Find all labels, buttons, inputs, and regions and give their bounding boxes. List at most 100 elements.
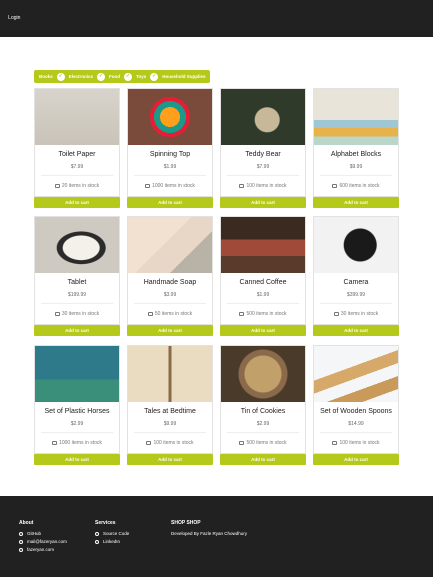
product-card[interactable]: Canned Coffee $1.99 500 items in stock xyxy=(220,216,306,325)
divider xyxy=(41,303,113,304)
add-to-cart-button[interactable]: Add to cart xyxy=(313,197,399,208)
add-to-cart-button[interactable]: Add to cart xyxy=(127,197,213,208)
stock-icon xyxy=(52,440,58,445)
add-to-cart-button[interactable]: Add to cart xyxy=(34,454,120,465)
product-card[interactable]: Tin of Cookies $2.99 500 items in stock xyxy=(220,345,306,454)
product-card[interactable]: Spinning Top $1.99 1000 items in stock xyxy=(127,88,213,197)
add-to-cart-button[interactable]: Add to cart xyxy=(313,325,399,336)
add-to-cart-button[interactable]: Add to cart xyxy=(34,197,120,208)
add-to-cart-button[interactable]: Add to cart xyxy=(34,325,120,336)
product-name[interactable]: Camera xyxy=(314,279,398,286)
divider xyxy=(41,175,113,176)
divider xyxy=(320,175,392,176)
product-price: $2.99 xyxy=(256,421,270,427)
category-household-supplies[interactable]: Household Supplies xyxy=(162,74,205,79)
add-to-cart-button[interactable]: Add to cart xyxy=(127,325,213,336)
check-icon: ✓ xyxy=(150,72,159,81)
github-link[interactable]: GitHub xyxy=(19,531,67,536)
product-card[interactable]: Alphabet Blocks $9.99 600 items in stock xyxy=(313,88,399,197)
login-link[interactable]: Login xyxy=(8,15,20,21)
product-image[interactable] xyxy=(221,89,305,145)
product-stock: 100 items in stock xyxy=(128,440,212,446)
product-card[interactable]: Set of Plastic Horses $2.99 1000 items in … xyxy=(34,345,120,454)
mail-icon xyxy=(19,539,23,544)
divider xyxy=(227,175,299,176)
product-card[interactable]: Tales at Bedtime $9.99 100 items in stock xyxy=(127,345,213,454)
product-name[interactable]: Canned Coffee xyxy=(221,279,305,286)
product-image[interactable] xyxy=(128,217,212,273)
stock-icon xyxy=(146,440,152,445)
product-image[interactable] xyxy=(128,346,212,402)
add-to-cart-button[interactable]: Add to cart xyxy=(127,454,213,465)
footer-about-heading: About xyxy=(19,520,34,526)
product-card[interactable]: Toilet Paper $7.99 20 items in stock xyxy=(34,88,120,197)
product-image[interactable] xyxy=(221,346,305,402)
product-name[interactable]: Teddy Bear xyxy=(221,151,305,158)
product-name[interactable]: Tales at Bedtime xyxy=(128,408,212,415)
product-card[interactable]: Tablet $199.99 30 items in stock xyxy=(34,216,120,325)
stock-icon xyxy=(332,183,338,188)
product-price: $199.99 xyxy=(67,292,87,298)
product-name[interactable]: Alphabet Blocks xyxy=(314,151,398,158)
product-price: $2.99 xyxy=(70,421,84,427)
product-image[interactable] xyxy=(35,217,119,273)
product-image[interactable] xyxy=(221,217,305,273)
product-image[interactable] xyxy=(35,89,119,145)
product-image[interactable] xyxy=(314,346,398,402)
category-electronics[interactable]: Electronics xyxy=(69,74,93,79)
add-to-cart-button[interactable]: Add to cart xyxy=(220,325,306,336)
product-name[interactable]: Tin of Cookies xyxy=(221,408,305,415)
product-stock: 30 items in stock xyxy=(35,311,119,317)
product-stock: 500 items in stock xyxy=(221,440,305,446)
stock-icon xyxy=(239,183,245,188)
product-card[interactable]: Set of Wooden Spoons $14.99 100 items in s… xyxy=(313,345,399,454)
top-navbar: p Login xyxy=(0,0,433,37)
linkedin-icon xyxy=(95,539,99,544)
product-name[interactable]: Handmade Soap xyxy=(128,279,212,286)
website-link[interactable]: fazeryan.com xyxy=(19,547,67,552)
footer-about: About GitHub mail@fazeryan.com fazeryan.… xyxy=(19,520,67,555)
category-books[interactable]: Books xyxy=(39,74,53,79)
category-breadcrumb: Books ✓ Electronics ✓ Food ✓ Toys ✓ Hous… xyxy=(34,70,211,83)
divider xyxy=(134,303,206,304)
add-to-cart-button[interactable]: Add to cart xyxy=(220,454,306,465)
add-to-cart-button[interactable]: Add to cart xyxy=(220,197,306,208)
linkedin-link[interactable]: LinkedIn xyxy=(95,539,129,544)
source-code-link[interactable]: Source Code xyxy=(95,531,129,536)
stock-icon xyxy=(333,311,339,316)
product-image[interactable] xyxy=(35,346,119,402)
product-stock: 50 items in stock xyxy=(128,311,212,317)
product-stock: 1000 items in stock xyxy=(35,440,119,446)
product-name[interactable]: Tablet xyxy=(35,279,119,286)
product-price: $7.99 xyxy=(256,164,270,170)
category-food[interactable]: Food xyxy=(109,74,120,79)
add-to-cart-button[interactable]: Add to cart xyxy=(313,454,399,465)
divider xyxy=(320,303,392,304)
divider xyxy=(227,303,299,304)
product-name[interactable]: Spinning Top xyxy=(128,151,212,158)
divider xyxy=(134,432,206,433)
divider xyxy=(41,432,113,433)
developer-credit: Developed By Fazle Ryan Chowdhury xyxy=(171,531,248,536)
email-link[interactable]: mail@fazeryan.com xyxy=(19,539,67,544)
product-name[interactable]: Set of Plastic Horses xyxy=(35,408,119,415)
product-image[interactable] xyxy=(314,89,398,145)
stock-icon xyxy=(147,311,153,316)
product-name[interactable]: Toilet Paper xyxy=(35,151,119,158)
product-stock: 1000 items in stock xyxy=(128,183,212,189)
product-name[interactable]: Set of Wooden Spoons xyxy=(314,408,398,415)
product-card[interactable]: Teddy Bear $7.99 100 items in stock xyxy=(220,88,306,197)
product-image[interactable] xyxy=(128,89,212,145)
category-toys[interactable]: Toys xyxy=(136,74,146,79)
product-card[interactable]: Handmade Soap $3.99 50 items in stock xyxy=(127,216,213,325)
check-icon: ✓ xyxy=(56,72,65,81)
check-icon: ✓ xyxy=(124,72,133,81)
check-icon: ✓ xyxy=(97,72,106,81)
product-image[interactable] xyxy=(314,217,398,273)
product-card[interactable]: Camera $399.99 30 items in stock xyxy=(313,216,399,325)
stock-icon xyxy=(54,311,60,316)
footer-services-heading: Services xyxy=(95,520,116,526)
product-price: $9.99 xyxy=(349,164,363,170)
divider xyxy=(227,432,299,433)
product-stock: 500 items in stock xyxy=(221,311,305,317)
